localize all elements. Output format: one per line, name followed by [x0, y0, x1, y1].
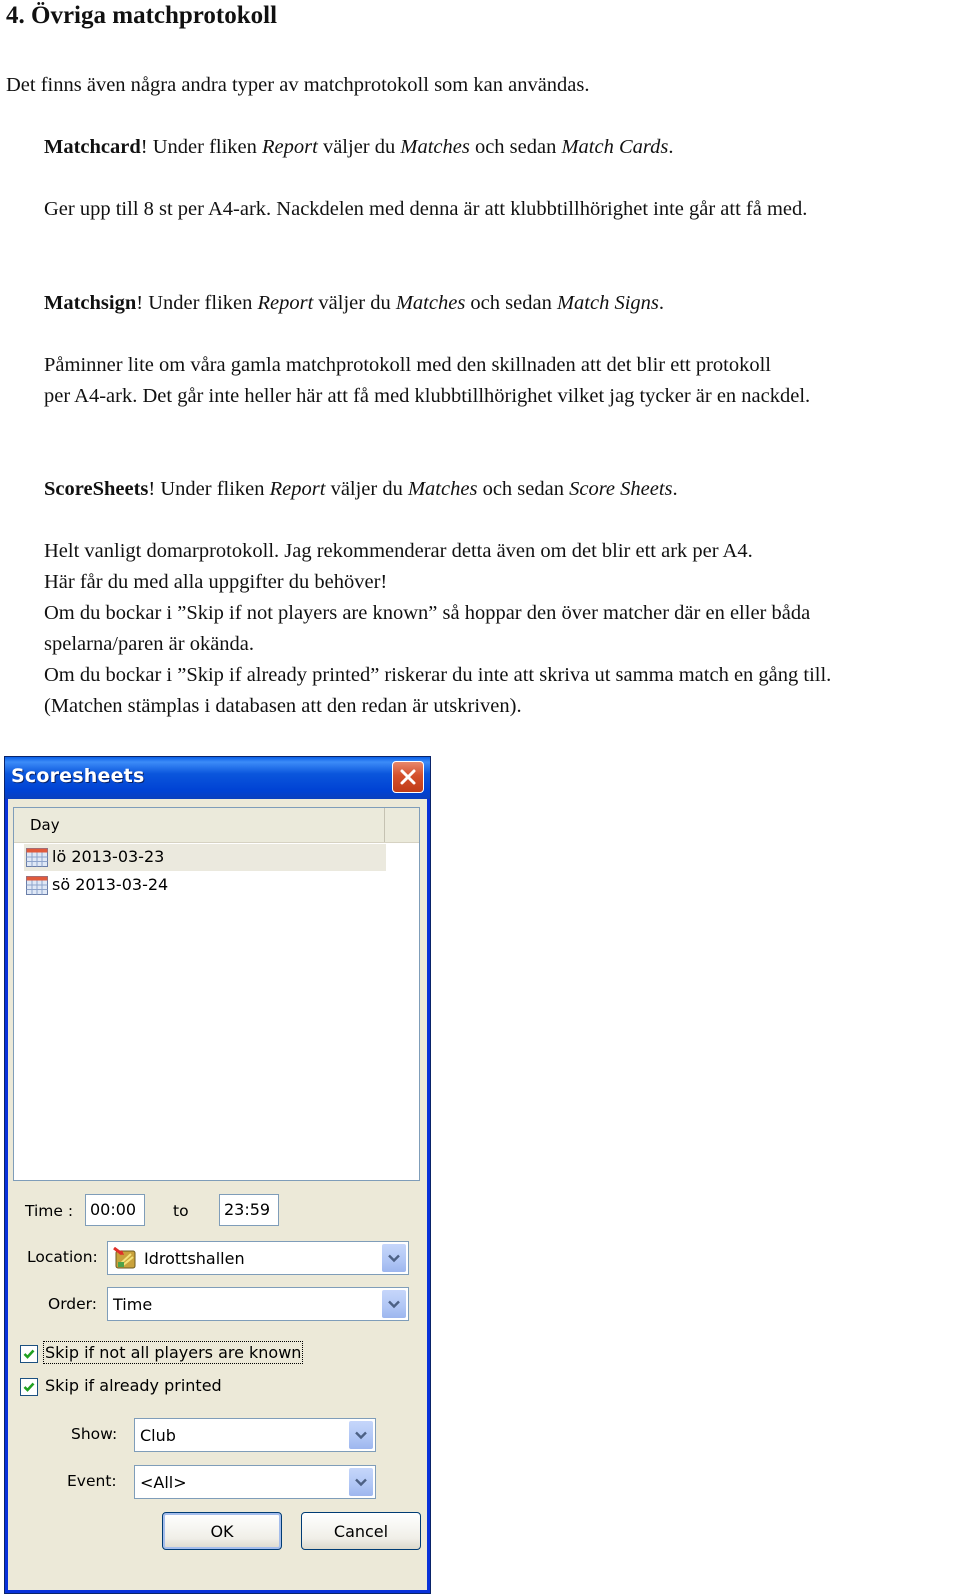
event-label: Event:: [67, 1472, 117, 1490]
scoresheets-heading-line: ScoreSheets! Under fliken Report väljer …: [44, 478, 678, 500]
event-dropdown-button[interactable]: [349, 1468, 373, 1496]
report-tab-ref: Report: [269, 478, 326, 500]
scoresheets-description-line: Helt vanligt domarprotokoll. Jag rekomme…: [44, 540, 753, 562]
scoresheets-description-line: Om du bockar i ”Skip if already printed”…: [44, 664, 832, 686]
scoresheets-description-line: Här får du med alla uppgifter du behöver…: [44, 571, 388, 593]
skip-unknown-players-checkbox[interactable]: [20, 1345, 38, 1363]
checkmark-icon: [23, 1349, 35, 1359]
column-header-day[interactable]: Day: [14, 808, 385, 842]
time-to-label: to: [173, 1202, 189, 1220]
location-label: Location:: [27, 1248, 98, 1266]
order-value: Time: [113, 1295, 153, 1314]
venue-icon: [113, 1247, 136, 1269]
close-icon: [400, 769, 416, 785]
dialog-titlebar[interactable]: Scoresheets: [5, 757, 430, 799]
intro-text: Det finns även några andra typer av matc…: [6, 74, 590, 96]
show-label: Show:: [71, 1425, 118, 1443]
column-header-label: Day: [30, 816, 60, 834]
day-list[interactable]: Day lö 2013-03-23 sö 2013-03-24: [13, 807, 420, 1181]
close-button[interactable]: [392, 761, 424, 793]
matchsign-description-line: per A4-ark. Det går inte heller här att …: [44, 385, 811, 407]
skip-already-printed-label[interactable]: Skip if already printed: [45, 1376, 222, 1395]
chevron-down-icon: [388, 1300, 400, 1308]
ok-button[interactable]: OK: [162, 1512, 282, 1550]
show-value: Club: [140, 1426, 176, 1445]
matches-menu-ref: Matches: [395, 292, 466, 314]
show-dropdown-button[interactable]: [349, 1421, 373, 1449]
location-value: Idrottshallen: [144, 1249, 245, 1268]
scoresheets-description-line: Om du bockar i ”Skip if not players are …: [44, 602, 811, 624]
matchcard-description: Ger upp till 8 st per A4-ark. Nackdelen …: [44, 198, 808, 220]
match-cards-item-ref: Match Cards: [561, 136, 669, 158]
scoresheets-name: ScoreSheets: [44, 478, 149, 500]
chevron-down-icon: [355, 1431, 367, 1439]
score-sheets-item-ref: Score Sheets: [569, 478, 673, 500]
matchsign-name: Matchsign: [44, 292, 137, 314]
list-item-label: lö 2013-03-23: [52, 847, 165, 866]
matches-menu-ref: Matches: [400, 136, 470, 158]
calendar-icon: [26, 876, 48, 895]
scoresheets-dialog: Scoresheets Day lö 2013-03-23 sö 2013-03…: [4, 756, 431, 1594]
time-from-input[interactable]: 00:00: [85, 1194, 145, 1226]
matches-menu-ref: Matches: [407, 478, 478, 500]
list-header: Day: [14, 808, 419, 843]
matchsign-description-line: Påminner lite om våra gamla matchprotoko…: [44, 354, 771, 376]
time-label: Time :: [25, 1202, 74, 1220]
show-select[interactable]: Club: [134, 1418, 376, 1452]
scoresheets-description-line: spelarna/paren är okända.: [44, 633, 255, 655]
list-item[interactable]: sö 2013-03-24: [24, 872, 386, 899]
location-select[interactable]: Idrottshallen: [107, 1241, 409, 1275]
checkmark-icon: [23, 1382, 35, 1392]
chevron-down-icon: [388, 1254, 400, 1262]
time-to-input[interactable]: 23:59: [219, 1194, 279, 1226]
dialog-title: Scoresheets: [11, 765, 145, 787]
list-item[interactable]: lö 2013-03-23: [24, 844, 386, 871]
report-tab-ref: Report: [257, 292, 314, 314]
scoresheets-description-line: (Matchen stämplas i databasen att den re…: [44, 695, 522, 717]
skip-unknown-players-label[interactable]: Skip if not all players are known: [42, 1341, 304, 1364]
event-value: <All>: [140, 1473, 187, 1492]
order-label: Order:: [48, 1295, 97, 1313]
matchcard-name: Matchcard: [44, 136, 141, 158]
match-signs-item-ref: Match Signs: [556, 292, 659, 314]
calendar-icon: [26, 848, 48, 867]
report-tab-ref: Report: [262, 136, 318, 158]
event-select[interactable]: <All>: [134, 1465, 376, 1499]
chevron-down-icon: [355, 1478, 367, 1486]
cancel-button[interactable]: Cancel: [301, 1512, 421, 1550]
order-dropdown-button[interactable]: [382, 1290, 406, 1318]
list-item-label: sö 2013-03-24: [52, 875, 169, 894]
matchsign-heading-line: Matchsign! Under fliken Report väljer du…: [44, 292, 664, 314]
matchcard-heading-line: Matchcard! Under fliken Report väljer du…: [44, 136, 674, 158]
location-dropdown-button[interactable]: [382, 1244, 406, 1272]
page-heading: 4. Övriga matchprotokoll: [6, 2, 278, 29]
order-select[interactable]: Time: [107, 1287, 409, 1321]
skip-already-printed-checkbox[interactable]: [20, 1378, 38, 1396]
